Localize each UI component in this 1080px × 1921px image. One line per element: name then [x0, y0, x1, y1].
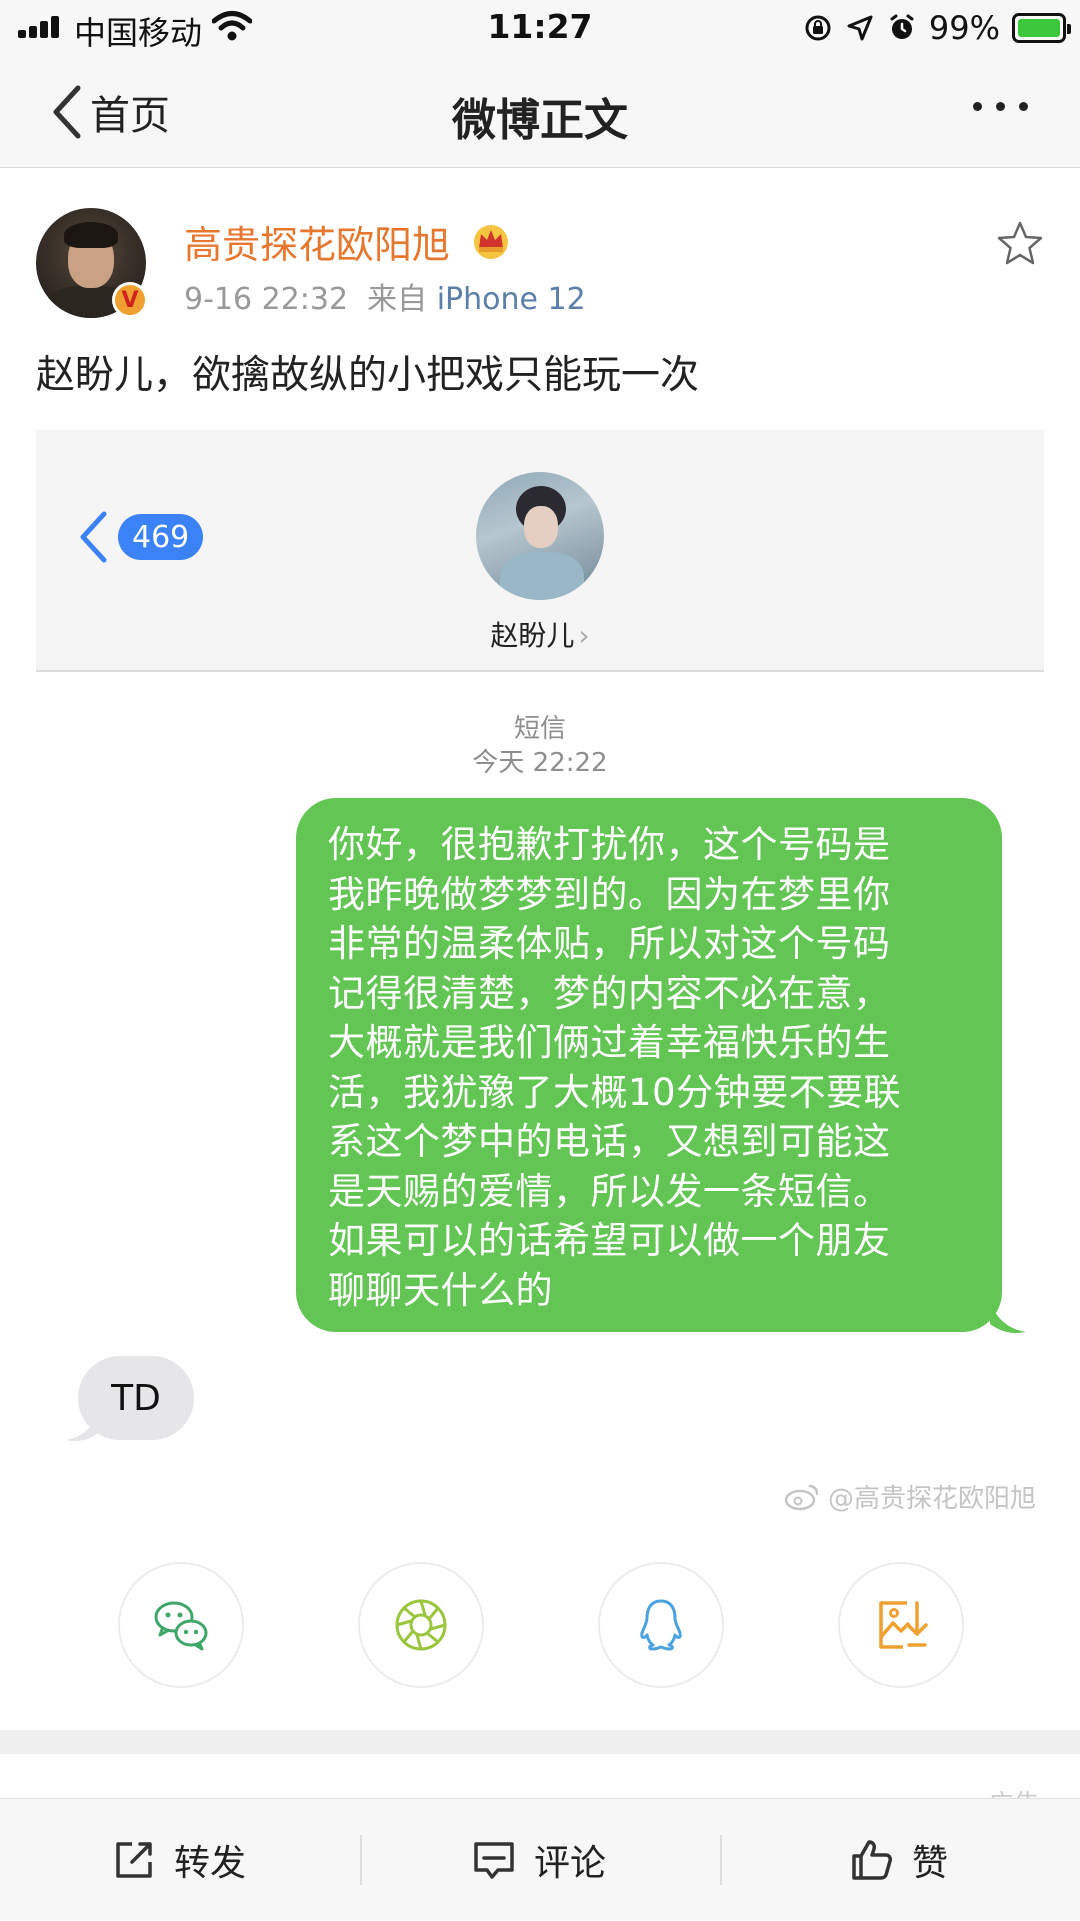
location-icon: [847, 15, 873, 41]
message-line: 聊聊天什么的: [328, 1268, 553, 1312]
watermark: @高贵探花欧阳旭: [784, 1478, 1036, 1515]
save-image-icon: [879, 1601, 928, 1649]
crown-icon: [474, 225, 508, 259]
message-line: 系这个梦中的电话，又想到可能这: [328, 1120, 891, 1163]
divider: [720, 1835, 722, 1885]
moments-icon: [395, 1599, 447, 1651]
divider: [360, 1835, 362, 1885]
share-qq-button[interactable]: [598, 1562, 724, 1688]
message-line: 非常的温柔体贴，所以对这个号码: [328, 922, 891, 965]
battery-percent: 99%: [928, 9, 1000, 47]
message-line: 记得很清楚，梦的内容不必在意，: [328, 971, 891, 1015]
source-prefix: 来自: [367, 282, 428, 317]
message-kind: 短信: [513, 714, 566, 744]
page-title: 微博正文: [452, 95, 628, 146]
message-line: 如果可以的话希望可以做一个朋友: [328, 1219, 891, 1262]
outgoing-message-bubble: 你好，很抱歉打扰你，这个号码是 我昨晚做梦梦到的。因为在梦里你 非常的温柔体贴，…: [296, 798, 1002, 1332]
repost-button[interactable]: 转发: [112, 1799, 246, 1921]
post-datetime: 9-16 22:32: [184, 282, 349, 317]
comment-button[interactable]: 评论: [472, 1799, 606, 1921]
rotation-lock-icon: [805, 15, 831, 41]
qq-icon: [640, 1599, 682, 1651]
post-source[interactable]: iPhone 12: [437, 282, 586, 317]
section-divider: [0, 1730, 1080, 1754]
repost-icon: [116, 1842, 152, 1878]
watermark-text: @高贵探花欧阳旭: [827, 1484, 1036, 1514]
weibo-logo-icon: [784, 1484, 819, 1510]
like-button[interactable]: 赞: [850, 1799, 948, 1921]
nav-bar: 首页 微博正文: [0, 58, 1080, 168]
message-line: 是天赐的爱情，所以发一条短信。: [328, 1169, 891, 1213]
message-line: 我昨晚做梦梦到的。因为在梦里你: [328, 872, 891, 916]
battery-icon: [1012, 13, 1071, 43]
like-label: 赞: [912, 1843, 949, 1884]
message-line: 大概就是我们俩过着幸福快乐的生: [328, 1021, 891, 1064]
share-row: [0, 1562, 1080, 1688]
wechat-icon: [154, 1601, 208, 1651]
repost-label: 转发: [174, 1843, 247, 1884]
chevron-left-icon: [80, 511, 107, 563]
share-wechat-button[interactable]: [118, 1562, 244, 1688]
unread-count-badge: 469: [118, 514, 204, 560]
status-bar: 中国移动 11:27 99%: [0, 0, 1080, 58]
contact-name-row: 赵盼儿 ›: [36, 614, 1044, 654]
more-icon[interactable]: [973, 102, 1028, 111]
comment-label: 评论: [534, 1843, 607, 1884]
verified-badge: V: [112, 282, 148, 318]
message-line: 你好，很抱歉打扰你，这个号码是: [328, 823, 891, 866]
chevron-right-icon: ›: [578, 619, 590, 652]
alarm-icon: [890, 14, 914, 39]
contact-avatar: [476, 472, 604, 600]
username[interactable]: 高贵探花欧阳旭: [184, 214, 450, 269]
contact-name: 赵盼儿: [490, 619, 575, 652]
message-line: 活，我犹豫了大概10分钟要不要联: [328, 1070, 902, 1114]
save-image-button[interactable]: [838, 1562, 964, 1688]
bubble-tail: [990, 1302, 1026, 1333]
star-icon[interactable]: [996, 220, 1044, 266]
post-text: 赵盼儿，欲擒故纵的小把戏只能玩一次: [36, 353, 700, 398]
share-moments-button[interactable]: [358, 1562, 484, 1688]
message-time: 今天 22:22: [472, 748, 608, 778]
embedded-screenshot-header: 469 赵盼儿 ›: [36, 430, 1044, 672]
comment-icon: [474, 1842, 514, 1879]
bottom-toolbar: 转发 评论 赞: [0, 1798, 1080, 1920]
bubble-tail: [66, 1410, 100, 1441]
thumbs-up-icon: [852, 1840, 892, 1880]
post-meta: 9-16 22:32 来自 iPhone 12: [184, 274, 586, 318]
